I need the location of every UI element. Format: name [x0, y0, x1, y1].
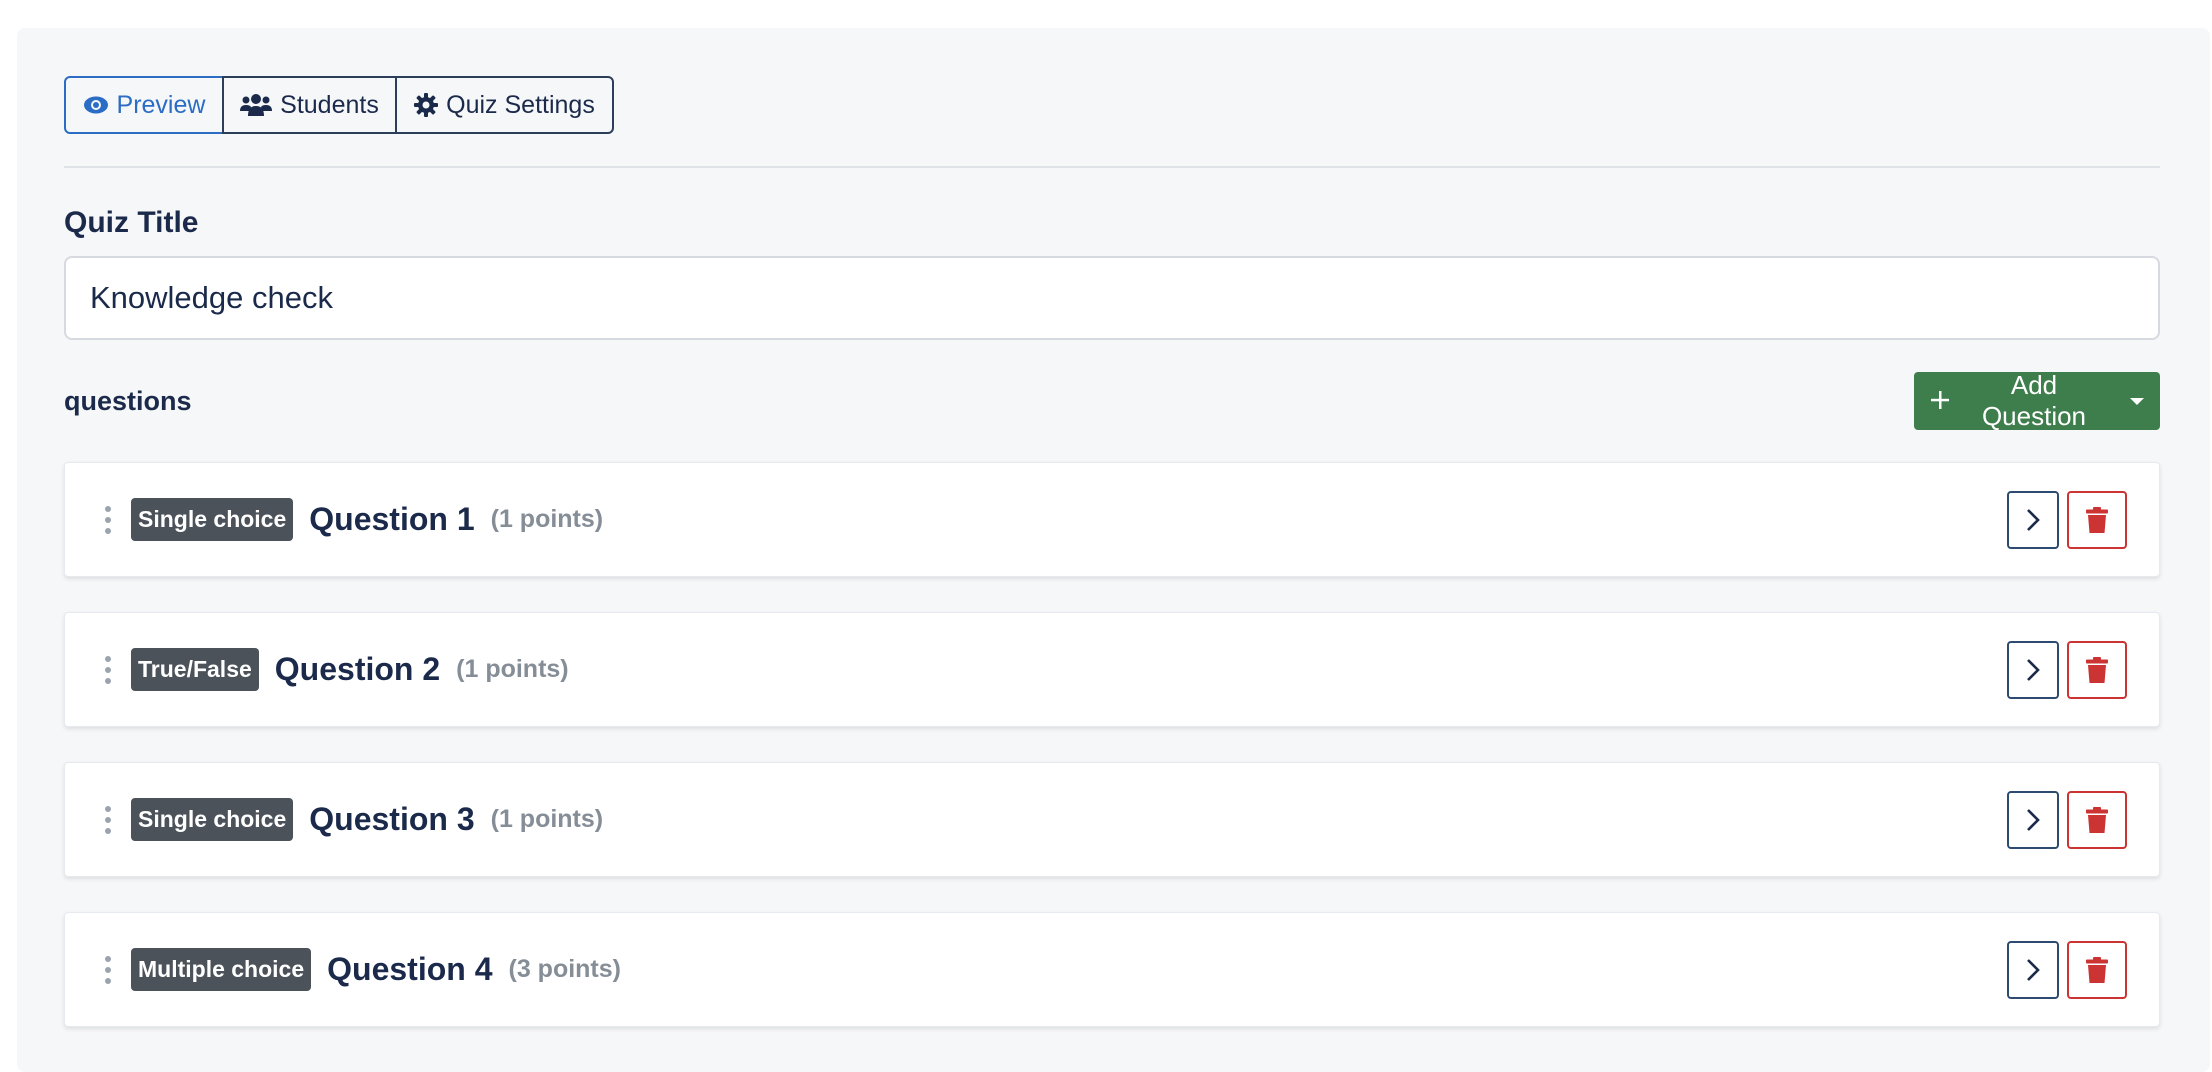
question-card: True/False Question 2 (1 points) [64, 612, 2160, 727]
tab-bar: Preview Students Quiz Settings [64, 76, 614, 134]
delete-question-button[interactable] [2067, 940, 2127, 999]
tab-label: Preview [116, 90, 206, 119]
quiz-title-label: Quiz Title [64, 206, 199, 239]
question-type-badge: Single choice [131, 498, 294, 541]
drag-handle-icon[interactable] [105, 955, 111, 984]
question-actions [2007, 790, 2127, 849]
question-type-badge: True/False [131, 648, 259, 691]
trash-icon [2086, 506, 2108, 533]
delete-question-button[interactable] [2067, 640, 2127, 699]
question-points: (1 points) [456, 655, 569, 683]
eye-icon [83, 95, 109, 115]
question-actions [2007, 640, 2127, 699]
chevron-right-icon [2027, 958, 2040, 981]
trash-icon [2086, 656, 2108, 683]
question-actions [2007, 490, 2127, 549]
open-question-button[interactable] [2007, 640, 2059, 699]
quiz-title-input[interactable] [64, 256, 2160, 340]
question-title: Question 2 [274, 651, 441, 687]
tab-label: Quiz Settings [446, 90, 595, 119]
tab-students[interactable]: Students [222, 76, 397, 134]
open-question-button[interactable] [2007, 940, 2059, 999]
chevron-right-icon [2027, 508, 2040, 531]
question-title: Question 1 [309, 501, 475, 537]
drag-handle-icon[interactable] [105, 805, 111, 834]
plus-icon [1930, 386, 1950, 417]
tab-quiz-settings[interactable]: Quiz Settings [395, 76, 614, 134]
question-points: (3 points) [508, 955, 622, 983]
caret-down-icon [2130, 397, 2144, 405]
drag-handle-icon[interactable] [105, 505, 111, 534]
open-question-button[interactable] [2007, 490, 2059, 549]
tab-preview[interactable]: Preview [64, 76, 224, 134]
question-actions [2007, 940, 2127, 999]
question-title: Question 4 [327, 951, 493, 987]
quiz-editor-panel: Preview Students Quiz Settings Quiz Titl… [17, 28, 2210, 1072]
delete-question-button[interactable] [2067, 490, 2127, 549]
question-points: (1 points) [490, 505, 604, 533]
question-type-badge: Single choice [131, 798, 294, 841]
add-question-label: Add Question [1981, 370, 2087, 431]
tab-label: Students [280, 90, 379, 119]
trash-icon [2086, 806, 2108, 833]
chevron-right-icon [2027, 808, 2040, 831]
question-list: Single choice Question 1 (1 points) True… [64, 462, 2160, 1027]
questions-header: questions Add Question [64, 370, 2160, 431]
question-card: Multiple choice Question 4 (3 points) [64, 912, 2160, 1027]
question-type-badge: Multiple choice [131, 948, 312, 991]
question-card: Single choice Question 3 (1 points) [64, 762, 2160, 877]
question-points: (1 points) [490, 805, 604, 833]
question-title: Question 3 [309, 801, 475, 837]
question-card: Single choice Question 1 (1 points) [64, 462, 2160, 577]
delete-question-button[interactable] [2067, 790, 2127, 849]
users-icon [240, 94, 273, 116]
divider [64, 166, 2160, 168]
add-question-button[interactable]: Add Question [1914, 370, 2160, 431]
questions-heading: questions [64, 385, 192, 416]
drag-handle-icon[interactable] [105, 655, 111, 684]
trash-icon [2086, 956, 2108, 983]
chevron-right-icon [2027, 658, 2040, 681]
gear-icon [414, 93, 439, 117]
open-question-button[interactable] [2007, 790, 2059, 849]
